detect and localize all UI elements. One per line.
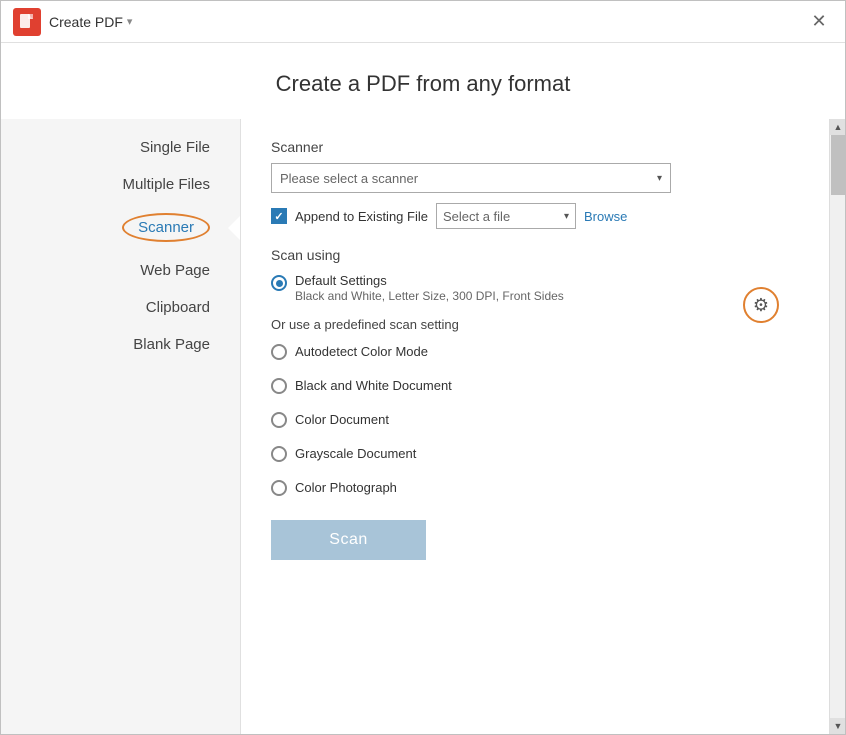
- file-select-arrow: ▾: [564, 211, 569, 222]
- autodetect-radio-row: Autodetect Color Mode: [271, 342, 789, 360]
- gear-icon: ⚙: [753, 295, 769, 316]
- default-settings-radio[interactable]: [271, 275, 287, 291]
- black-white-radio-row: Black and White Document: [271, 376, 789, 394]
- scrollbar[interactable]: ▲ ▼: [829, 119, 845, 734]
- titlebar-left: Create PDF▾: [13, 8, 132, 36]
- scroll-track[interactable]: [830, 135, 845, 718]
- main-window: Create PDF▾ ✕ Create a PDF from any form…: [0, 0, 846, 735]
- grayscale-radio[interactable]: [271, 446, 287, 462]
- color-doc-radio[interactable]: [271, 412, 287, 428]
- default-settings-radio-row: Default Settings Black and White, Letter…: [271, 273, 789, 303]
- sidebar: Single File Multiple Files Scanner Web P…: [1, 119, 241, 734]
- sidebar-item-blank-page[interactable]: Blank Page: [1, 326, 240, 363]
- black-white-label: Black and White Document: [295, 378, 452, 393]
- append-checkbox[interactable]: [271, 208, 287, 224]
- app-icon: [13, 8, 41, 36]
- append-row: Append to Existing File Select a file ▾ …: [271, 203, 789, 229]
- titlebar: Create PDF▾ ✕: [1, 1, 845, 43]
- default-settings-text-group: Default Settings Black and White, Letter…: [295, 273, 564, 303]
- append-label: Append to Existing File: [295, 209, 428, 224]
- color-photo-label: Color Photograph: [295, 480, 397, 495]
- predefined-label: Or use a predefined scan setting: [271, 317, 789, 332]
- grayscale-radio-row: Grayscale Document: [271, 444, 789, 462]
- black-white-radio[interactable]: [271, 378, 287, 394]
- scan-button[interactable]: Scan: [271, 520, 426, 560]
- grayscale-label: Grayscale Document: [295, 446, 416, 461]
- scroll-thumb[interactable]: [831, 135, 845, 195]
- sidebar-item-clipboard[interactable]: Clipboard: [1, 289, 240, 326]
- page-heading: Create a PDF from any format: [1, 43, 845, 119]
- browse-link[interactable]: Browse: [584, 209, 627, 224]
- close-button[interactable]: ✕: [805, 8, 833, 36]
- sidebar-item-single-file[interactable]: Single File: [1, 129, 240, 166]
- titlebar-title: Create PDF▾: [49, 14, 132, 30]
- default-settings-label: Default Settings: [295, 273, 564, 288]
- content-area: Scanner Please select a scanner ▾ Append…: [241, 119, 829, 734]
- color-photo-radio[interactable]: [271, 480, 287, 496]
- main-layout: Single File Multiple Files Scanner Web P…: [1, 119, 845, 734]
- default-settings-detail: Black and White, Letter Size, 300 DPI, F…: [295, 289, 564, 303]
- color-doc-label: Color Document: [295, 412, 389, 427]
- gear-settings-button[interactable]: ⚙: [743, 287, 779, 323]
- scanner-highlight: Scanner: [122, 213, 210, 242]
- scanner-dropdown-arrow: ▾: [657, 173, 662, 184]
- scroll-up-arrow[interactable]: ▲: [830, 119, 845, 135]
- scroll-down-arrow[interactable]: ▼: [830, 718, 845, 734]
- scanner-dropdown[interactable]: Please select a scanner ▾: [271, 163, 671, 193]
- file-select-text: Select a file: [443, 209, 564, 224]
- autodetect-radio[interactable]: [271, 344, 287, 360]
- file-select-dropdown[interactable]: Select a file ▾: [436, 203, 576, 229]
- sidebar-item-web-page[interactable]: Web Page: [1, 252, 240, 289]
- scanner-section-label: Scanner: [271, 139, 789, 155]
- sidebar-item-scanner[interactable]: Scanner: [1, 203, 240, 252]
- scanner-dropdown-text: Please select a scanner: [280, 171, 657, 186]
- color-photo-radio-row: Color Photograph: [271, 478, 789, 496]
- autodetect-label: Autodetect Color Mode: [295, 344, 428, 359]
- color-doc-radio-row: Color Document: [271, 410, 789, 428]
- scan-using-label: Scan using: [271, 247, 789, 263]
- sidebar-item-multiple-files[interactable]: Multiple Files: [1, 166, 240, 203]
